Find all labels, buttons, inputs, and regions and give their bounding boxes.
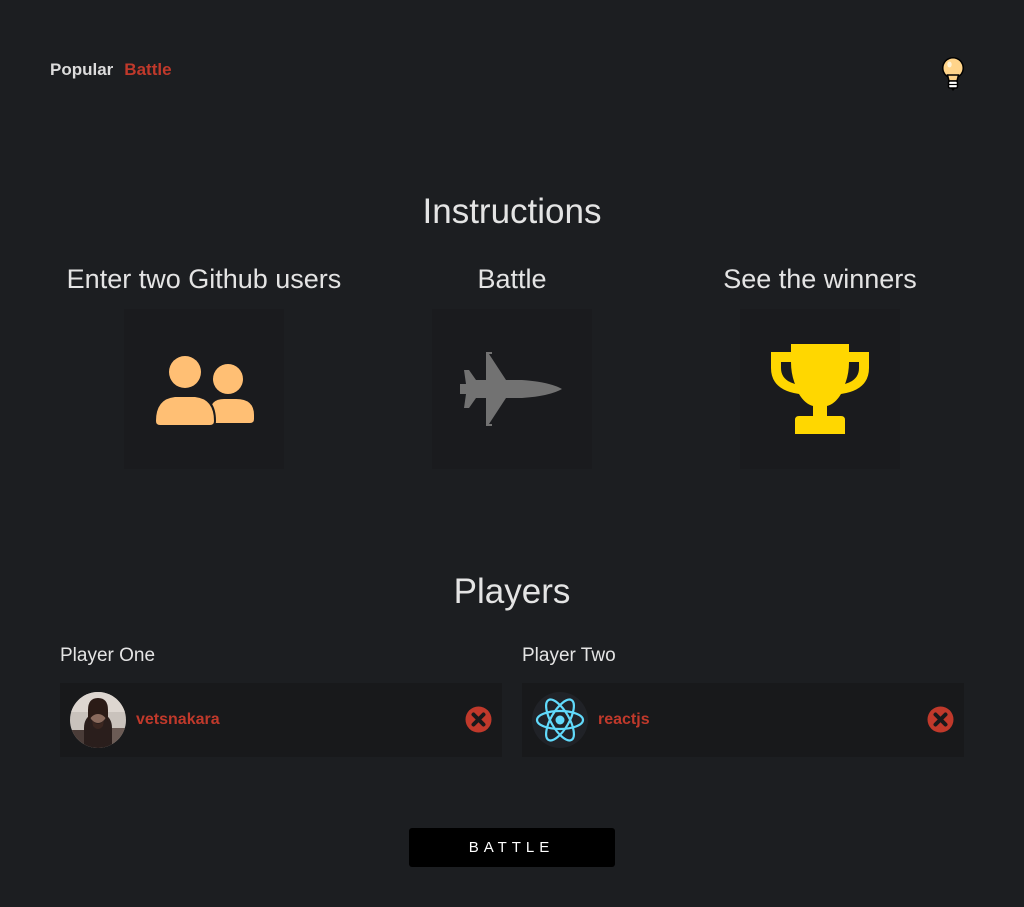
player-two-label: Player Two xyxy=(522,645,616,666)
user-photo-avatar xyxy=(70,692,126,748)
instructions-title: Instructions xyxy=(422,192,602,231)
trophy-icon xyxy=(771,344,869,434)
top-nav: Popular Battle xyxy=(50,60,172,80)
step-label: Battle xyxy=(477,264,547,294)
step-label: Enter two Github users xyxy=(66,264,342,294)
close-circle-icon xyxy=(927,706,954,733)
player-one-username-link[interactable]: vetsnakara xyxy=(136,711,220,729)
player-two-section: Player Two reactjs xyxy=(522,645,964,757)
player-one-remove-button[interactable] xyxy=(465,706,492,733)
close-circle-icon xyxy=(465,706,492,733)
step-icon-tile xyxy=(432,309,592,469)
users-icon xyxy=(154,354,254,427)
fighter-jet-icon xyxy=(460,352,562,426)
instruction-step-enter-users: Enter two Github users xyxy=(44,264,364,469)
lightbulb-icon xyxy=(942,57,964,91)
player-one-section: Player One vetsnakara xyxy=(60,645,502,757)
player-one-label: Player One xyxy=(60,645,156,666)
instruction-step-winners: See the winners xyxy=(660,264,980,469)
players-title: Players xyxy=(453,572,571,611)
player-two-remove-button[interactable] xyxy=(927,706,954,733)
step-label: See the winners xyxy=(723,264,917,294)
player-two-username-link[interactable]: reactjs xyxy=(598,711,650,729)
instruction-step-battle: Battle xyxy=(352,264,672,469)
step-icon-tile xyxy=(124,309,284,469)
nav-battle-link[interactable]: Battle xyxy=(124,60,171,80)
battle-button[interactable]: BATTLE xyxy=(409,828,615,867)
react-logo-avatar xyxy=(532,692,588,748)
nav-popular-link[interactable]: Popular xyxy=(50,60,113,80)
step-icon-tile xyxy=(740,309,900,469)
player-one-card: vetsnakara xyxy=(60,683,502,757)
theme-toggle-button[interactable] xyxy=(936,54,970,92)
player-two-card: reactjs xyxy=(522,683,964,757)
